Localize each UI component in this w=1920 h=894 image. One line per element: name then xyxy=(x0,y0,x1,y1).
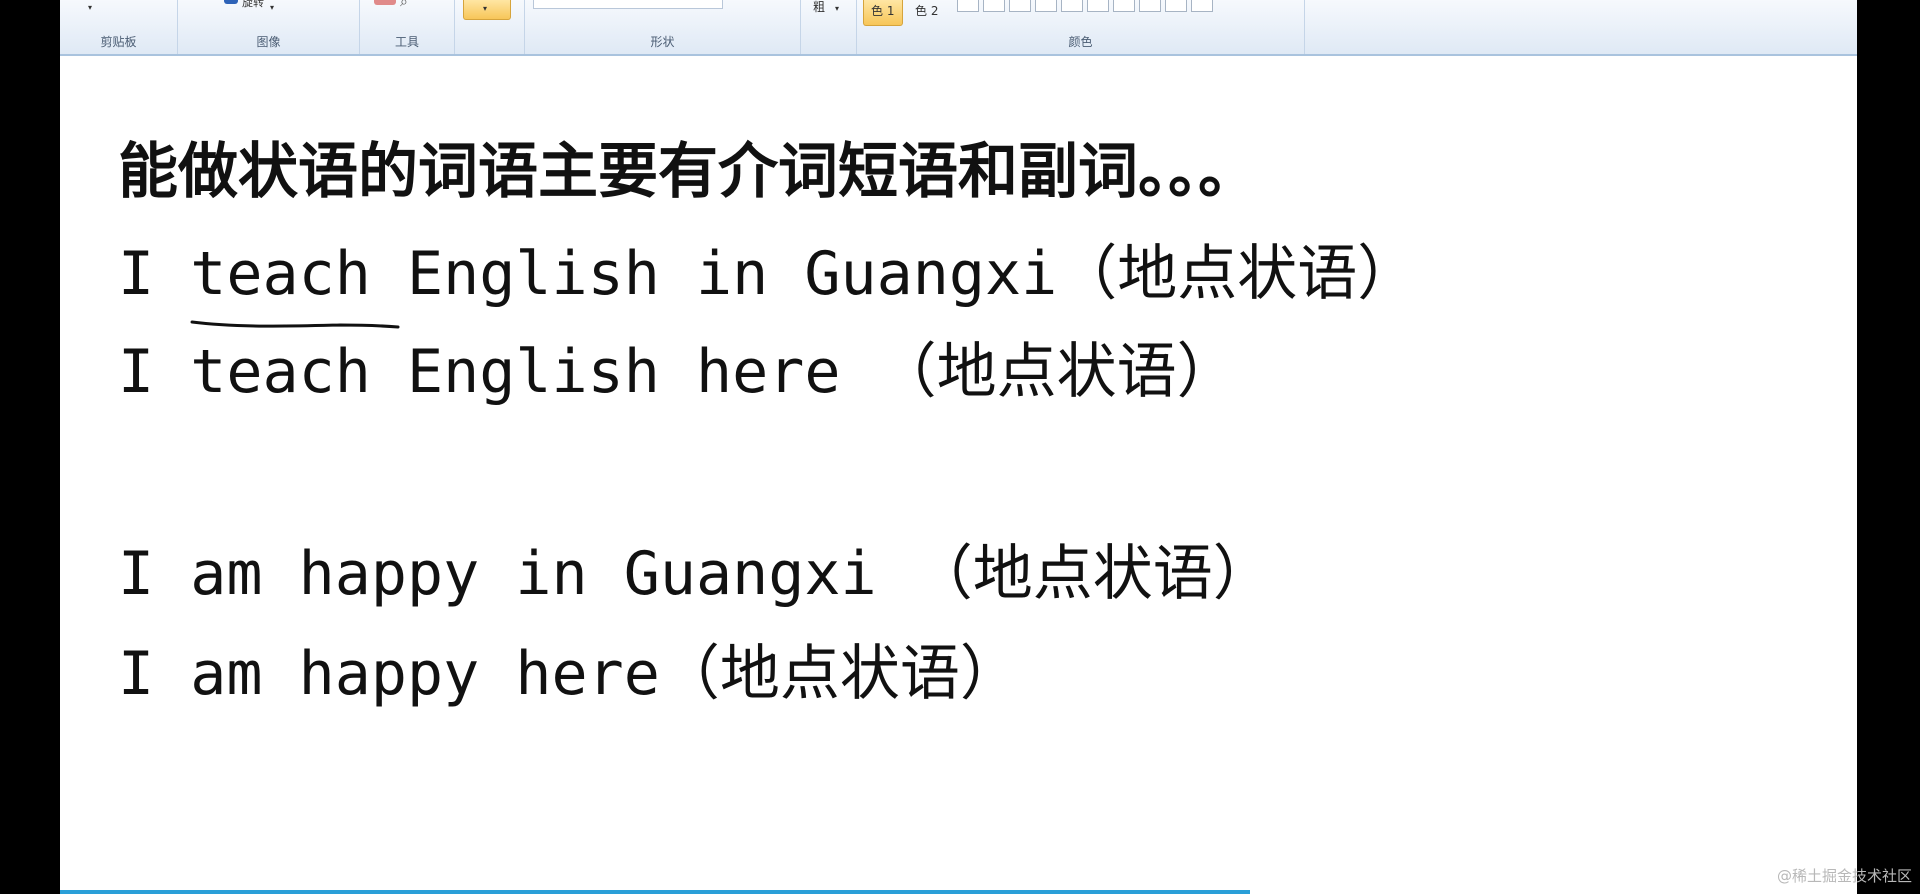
color-swatch-row xyxy=(957,0,1213,12)
color-swatch[interactable] xyxy=(957,0,979,12)
tools-group-label: 工具 xyxy=(394,35,419,49)
color-swatch[interactable] xyxy=(1139,0,1161,12)
rotate-icon[interactable] xyxy=(224,0,238,4)
dropdown-arrow-icon[interactable]: ▾ xyxy=(88,3,92,12)
text-line-1: 能做状语的词语主要有介词短语和副词。。。 xyxy=(118,137,1258,207)
rotate-label[interactable]: 旋转 xyxy=(242,0,264,10)
drawing-canvas[interactable]: 能做状语的词语主要有介词短语和副词。。。 I teach English in … xyxy=(60,58,1857,894)
screen: ▾ 剪贴板 ▾ 旋转 图像 ⌕ 工具 ▾ 形状 粗 ▾ 色 1 色 2 颜色 能… xyxy=(0,0,1920,894)
text-line-5: I am happy here（地点状语） xyxy=(118,639,1020,709)
text-line-4: I am happy in Guangxi （地点状语） xyxy=(118,539,1273,609)
handwritten-underline-mark xyxy=(190,320,400,329)
text-line-3: I teach English here （地点状语） xyxy=(118,337,1237,407)
size-group: 粗 ▾ xyxy=(801,0,857,54)
color-swatch[interactable] xyxy=(1061,0,1083,12)
color2-label: 色 2 xyxy=(915,4,939,18)
color1-button[interactable]: 色 1 xyxy=(863,0,903,26)
image-group-label: 图像 xyxy=(256,35,281,49)
color-swatch[interactable] xyxy=(1113,0,1135,12)
color-swatch[interactable] xyxy=(1035,0,1057,12)
color-swatch[interactable] xyxy=(983,0,1005,12)
image-group: ▾ 旋转 图像 xyxy=(178,0,360,54)
colors-group-label: 颜色 xyxy=(1068,35,1093,49)
select-button[interactable]: ▾ xyxy=(463,0,511,20)
color2-button[interactable]: 色 2 xyxy=(911,0,947,26)
select-group: ▾ xyxy=(455,0,525,54)
color-swatch[interactable] xyxy=(1087,0,1109,12)
tools-group: ⌕ 工具 xyxy=(360,0,455,54)
dropdown-arrow-icon[interactable]: ▾ xyxy=(270,3,274,12)
colors-group: 色 1 色 2 颜色 xyxy=(857,0,1305,54)
color1-label: 色 1 xyxy=(871,4,895,18)
ribbon: ▾ 剪贴板 ▾ 旋转 图像 ⌕ 工具 ▾ 形状 粗 ▾ 色 1 色 2 颜色 xyxy=(60,0,1857,56)
watermark: @稀土掘金技术社区 xyxy=(1776,867,1912,885)
blue-progress-strip xyxy=(60,890,1250,894)
size-button[interactable]: 粗 xyxy=(813,0,825,15)
paint-window: ▾ 剪贴板 ▾ 旋转 图像 ⌕ 工具 ▾ 形状 粗 ▾ 色 1 色 2 颜色 能… xyxy=(60,0,1857,894)
shapes-gallery[interactable] xyxy=(533,0,723,9)
shapes-group-label: 形状 xyxy=(650,35,675,49)
color-swatch[interactable] xyxy=(1191,0,1213,12)
dropdown-arrow-icon: ▾ xyxy=(483,4,488,13)
dropdown-arrow-icon[interactable]: ▾ xyxy=(835,4,839,13)
color-swatch[interactable] xyxy=(1009,0,1031,12)
magnifier-icon[interactable]: ⌕ xyxy=(400,0,408,10)
pencil-icon[interactable] xyxy=(374,0,396,5)
shapes-group: 形状 xyxy=(525,0,801,54)
color-swatch[interactable] xyxy=(1165,0,1187,12)
clipboard-group-label: 剪贴板 xyxy=(100,35,137,49)
text-line-2: I teach English in Guangxi（地点状语） xyxy=(118,239,1418,309)
clipboard-group: ▾ 剪贴板 xyxy=(60,0,178,54)
